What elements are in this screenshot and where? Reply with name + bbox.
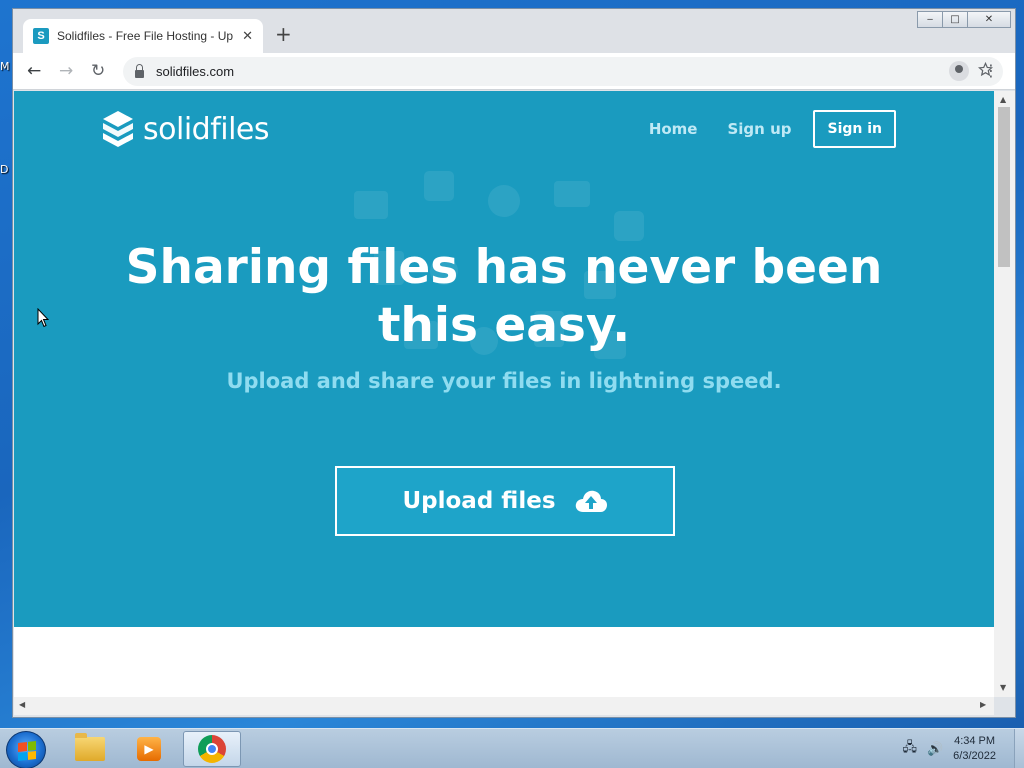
tab-title: Solidfiles - Free File Hosting - Up: [57, 29, 234, 43]
hero-subline: Upload and share your files in lightning…: [226, 369, 782, 393]
nav-signup-link[interactable]: Sign up: [727, 120, 791, 138]
taskbar-media-player[interactable]: ▶: [120, 731, 178, 767]
brand-name: solidfiles: [143, 111, 270, 147]
scrollbar-thumb[interactable]: [998, 107, 1010, 267]
scroll-right-icon[interactable]: ▶: [980, 700, 986, 709]
hero-section: solidfiles Home Sign up Sign in Sharing …: [14, 91, 994, 627]
top-navigation: Home Sign up Sign in: [619, 110, 896, 148]
browser-window: S Solidfiles - Free File Hosting - Up ✕ …: [12, 8, 1016, 718]
show-desktop-button[interactable]: [1014, 729, 1024, 768]
taskbar-file-explorer[interactable]: [61, 731, 119, 767]
scroll-down-icon[interactable]: ▼: [1000, 683, 1006, 692]
solidfiles-logo-icon: [103, 111, 133, 147]
tab-close-icon[interactable]: ✕: [242, 29, 253, 44]
page-viewport: solidfiles Home Sign up Sign in Sharing …: [14, 91, 994, 697]
address-bar[interactable]: solidfiles.com: [123, 57, 1003, 86]
scroll-up-icon[interactable]: ▲: [1000, 95, 1006, 104]
scroll-left-icon[interactable]: ◀: [19, 700, 25, 709]
back-button[interactable]: ←: [27, 61, 41, 81]
profile-avatar-icon[interactable]: [941, 61, 969, 81]
forward-button[interactable]: →: [59, 61, 73, 81]
nav-home-link[interactable]: Home: [649, 120, 698, 138]
start-button[interactable]: [6, 731, 46, 768]
clock-date: 6/3/2022: [953, 750, 996, 762]
windows-logo-icon: [18, 741, 36, 761]
system-tray: 🖧 🔊 4:34 PM 6/3/2022: [902, 729, 1024, 768]
close-window-button[interactable]: ✕: [967, 11, 1011, 28]
browser-toolbar: ← → ↻ solidfiles.com ⋮: [13, 53, 1015, 90]
desktop-icon-label[interactable]: D: [0, 163, 8, 176]
desktop-icon-label[interactable]: M: [0, 60, 10, 73]
media-player-icon: ▶: [137, 737, 161, 761]
lock-icon[interactable]: [135, 63, 144, 78]
url-text[interactable]: solidfiles.com: [156, 64, 234, 79]
browser-tab[interactable]: S Solidfiles - Free File Hosting - Up ✕: [23, 19, 263, 53]
cloud-upload-icon: [575, 490, 607, 512]
taskbar-chrome[interactable]: [183, 731, 241, 767]
solidfiles-favicon-icon: S: [33, 28, 49, 44]
tab-strip: S Solidfiles - Free File Hosting - Up ✕ …: [13, 9, 1015, 53]
chrome-icon: [198, 735, 226, 763]
new-tab-button[interactable]: +: [275, 24, 292, 44]
clock-time: 4:34 PM: [954, 735, 996, 747]
folder-icon: [75, 733, 105, 761]
upload-files-button[interactable]: Upload files: [335, 466, 675, 536]
reload-button[interactable]: ↻: [91, 61, 105, 81]
solidfiles-logo[interactable]: solidfiles: [101, 109, 270, 149]
minimize-button[interactable]: ‒: [917, 11, 943, 28]
vertical-scrollbar[interactable]: ▲ ▼: [994, 91, 1015, 697]
browser-menu-icon[interactable]: ⋮: [983, 61, 999, 80]
upload-button-label: Upload files: [402, 488, 556, 514]
taskbar: ▶ 🖧 🔊 4:34 PM 6/3/2022: [0, 728, 1024, 768]
window-controls: ‒ □ ✕: [917, 11, 1011, 28]
restore-button[interactable]: □: [942, 11, 968, 28]
network-icon[interactable]: 🖧: [902, 738, 917, 760]
hero-headline: Sharing files has never been this easy.: [125, 240, 883, 353]
mouse-cursor-icon: [37, 308, 49, 328]
horizontal-scrollbar[interactable]: ◀ ▶: [14, 697, 994, 715]
sign-in-button[interactable]: Sign in: [813, 110, 896, 148]
volume-icon[interactable]: 🔊: [927, 742, 943, 757]
taskbar-clock[interactable]: 4:34 PM 6/3/2022: [953, 734, 996, 764]
